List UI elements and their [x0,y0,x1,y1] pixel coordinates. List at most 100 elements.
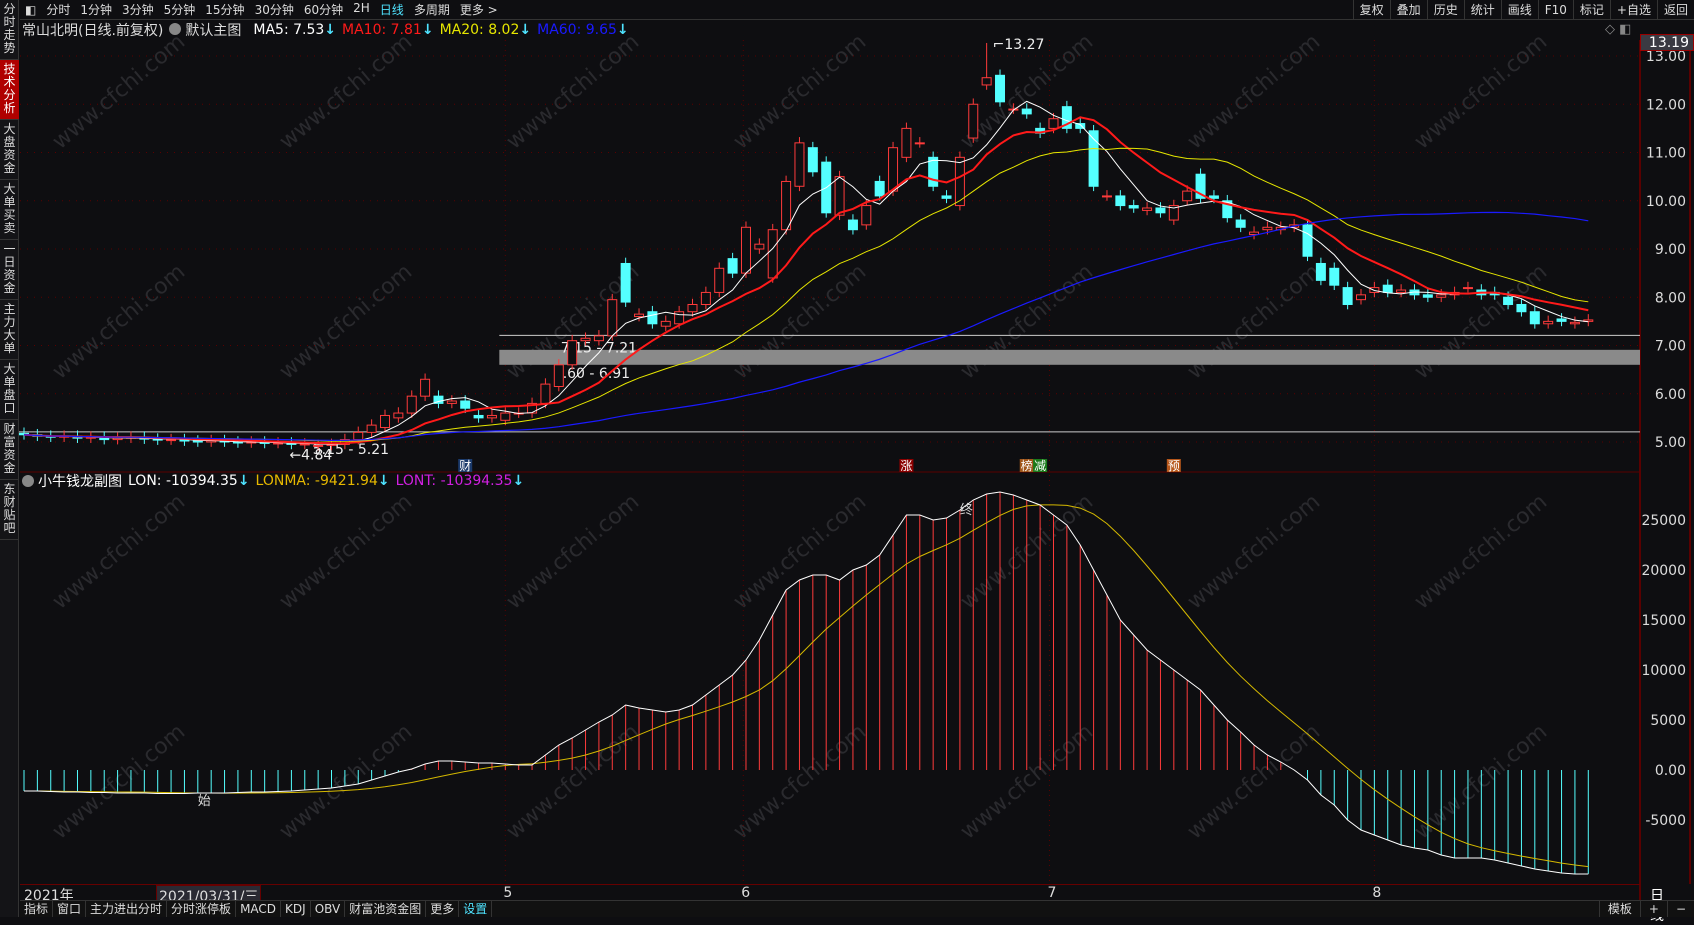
sidebar-tab[interactable]: 财富资金 [0,420,19,480]
indicator-tab[interactable]: 设置 [459,901,493,917]
candle-up [393,412,404,419]
toolbar-button[interactable]: 标记 [1572,0,1610,20]
indicator-tab[interactable]: 主力进出分时 [86,901,168,917]
candle-up [1101,195,1112,198]
sub-tick-label: 0.00 [1655,763,1686,779]
sub-mark-label: 始 [198,794,211,809]
candle-up [767,229,778,279]
sub-mark-label: 终 [960,502,973,518]
indicator-tab[interactable]: 窗口 [53,901,87,917]
period-tab[interactable]: 分时 [41,1,75,18]
sub-tick-label: 15000 [1641,613,1686,629]
toolbar-button[interactable]: 历史 [1426,0,1464,20]
sub-tick-label: -5000 [1645,813,1686,829]
price-tick-label: 6.00 [1655,387,1686,403]
event-tag[interactable]: 减 [1034,459,1046,473]
watermark-text: www.cfchi.com [48,29,190,154]
period-tab[interactable]: 日线 [375,1,409,18]
indicator-tab[interactable]: 分时涨停板 [167,901,237,917]
toolbar-button[interactable]: +自选 [1609,0,1657,20]
panel-toggle-icon[interactable]: ◧ [20,3,41,17]
candle-up [299,443,310,446]
indicator-tab[interactable]: 财富池资金图 [345,901,427,917]
candle-down [1556,318,1567,322]
candle-down [1382,284,1393,293]
period-tab[interactable]: 60分钟 [299,1,348,18]
price-tick-label: 7.00 [1655,339,1686,355]
toolbar-button[interactable]: 返回 [1656,0,1694,20]
indicator-tab[interactable]: 更多 [426,901,460,917]
period-tab[interactable]: 5分钟 [159,1,201,18]
candle-up [1436,294,1447,298]
candle-up [834,176,845,216]
bottom-toolbar: 指标 窗口 主力进出分时 分时涨停板 MACD KDJ OBV 财富池资金图 更多 设置 模板 + − [20,900,1694,917]
watermark-text: www.cfchi.com [275,29,417,154]
sidebar-tab[interactable]: 分时走势 [0,0,19,60]
candle-up [607,299,618,337]
sub-tick-label: 10000 [1641,663,1686,679]
candle-down [874,180,885,197]
candle-up [888,147,899,192]
sidebar-tab[interactable]: 大单盘口 [0,360,19,420]
candle-up [634,313,645,318]
template-label: 默认主图 [185,23,242,39]
template-button[interactable]: − [1666,901,1694,917]
watermark-text: www.cfchi.com [502,489,644,614]
template-dropdown[interactable]: 默认主图 [169,20,247,40]
candle-up [567,340,578,366]
toolbar-button[interactable]: F10 [1537,0,1573,20]
candle-up [406,395,417,414]
period-tab[interactable]: 更多 > [455,1,503,18]
candle-up [1569,321,1580,325]
watermark-text: www.cfchi.com [48,719,190,844]
sub-chart-menu-icon[interactable] [22,475,34,487]
watermark-text: www.cfchi.com [275,719,417,844]
sidebar-tab[interactable]: 主力大单 [0,300,19,360]
main-chart-legend: 常山北明(日线.前复权) 默认主图 MA5: 7.53↓ MA10: 7.81↓… [22,20,635,40]
sidebar-tab[interactable]: 一日资金 [0,240,19,300]
candle-down [1128,205,1139,209]
event-tag[interactable]: 财 [459,459,471,473]
sidebar-tab[interactable]: 大单买卖 [0,180,19,240]
event-tag[interactable]: 榜 [1021,458,1033,473]
toolbar-button[interactable]: 画线 [1500,0,1538,20]
candle-up [914,142,925,145]
diamond-icon[interactable]: ◇ ◧ [1605,22,1631,37]
candle-down [727,258,738,274]
stock-title: 常山北明(日线.前复权) [22,23,164,39]
candle-up [687,303,698,313]
lont-value: LONT: -10394.35↓ [395,473,525,489]
candle-down [1115,195,1126,207]
event-tag[interactable]: 涨 [900,458,912,473]
toolbar-button[interactable]: 复权 [1352,0,1390,20]
toolbar-button[interactable]: 叠加 [1389,0,1427,20]
period-tab[interactable]: 3分钟 [117,1,159,18]
event-tag[interactable]: 预 [1168,459,1180,473]
sub-chart-title[interactable]: 小牛钱龙副图 [38,471,122,491]
sidebar-tab[interactable]: 大盘资金 [0,120,19,180]
candle-up [1543,320,1554,325]
candle-up [674,311,685,325]
period-tab[interactable]: 15分钟 [200,1,249,18]
period-tab[interactable]: 1分钟 [75,1,117,18]
indicator-tab[interactable]: KDJ [281,901,311,917]
sidebar-tab[interactable]: 东财贴吧 [0,480,19,540]
indicator-tab[interactable]: MACD [236,901,282,917]
toolbar-button[interactable]: 统计 [1463,0,1501,20]
template-button[interactable]: + [1639,901,1667,917]
price-tick-label: 8.00 [1655,290,1686,306]
sidebar-tab[interactable]: 技术分析 [0,60,19,120]
candle-up [781,180,792,231]
candle-up [379,414,390,429]
period-tab[interactable]: 多周期 [409,1,455,18]
period-tab[interactable]: 2H [348,1,375,18]
chart-canvas[interactable]: www.cfchi.com www.cfchi.com www.cfchi.com w… [0,0,1694,917]
candle-up [420,378,431,397]
ma60-value: MA60: 9.65↓ [537,22,629,38]
watermark-text: www.cfchi.com [48,259,190,384]
watermark-text: www.cfchi.com [1183,29,1325,154]
indicator-tab[interactable]: 指标 [20,901,54,917]
period-tab[interactable]: 30分钟 [250,1,299,18]
template-button[interactable]: 模板 [1598,901,1640,917]
indicator-tab[interactable]: OBV [311,901,346,917]
